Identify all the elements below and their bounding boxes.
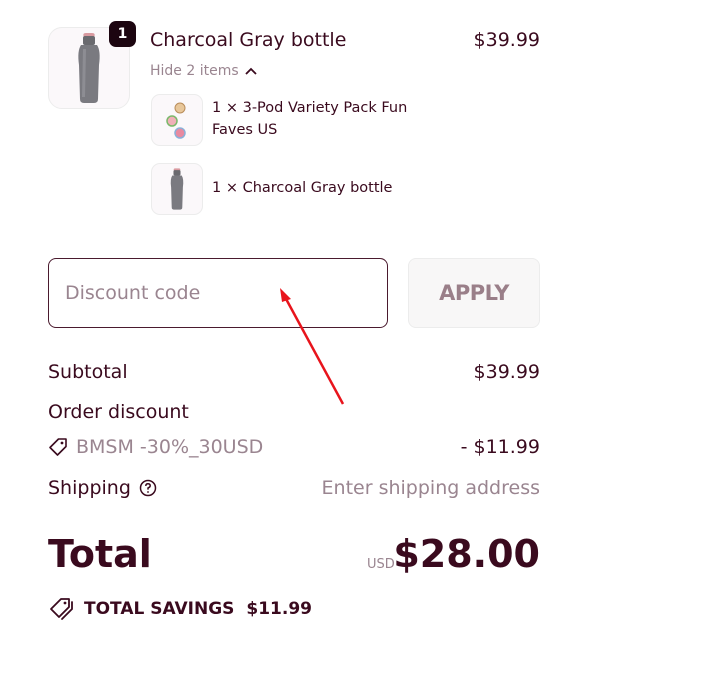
currency-label: USD (367, 557, 395, 572)
sub-item-label: 1 × Charcoal Gray bottle (212, 180, 393, 196)
chevron-up-icon (245, 67, 257, 75)
double-tag-icon (50, 598, 73, 620)
shipping-value: Enter shipping address (321, 477, 540, 499)
product-price: $39.99 (473, 29, 540, 51)
subtotal-value: $39.99 (473, 361, 540, 383)
savings-value: $11.99 (246, 599, 312, 619)
sub-item-label: 1 × 3-Pod Variety Pack Fun Faves US (212, 100, 408, 138)
hide-items-toggle[interactable]: Hide 2 items (150, 63, 257, 79)
total-savings: TOTAL SAVINGS $11.99 (48, 597, 312, 621)
discount-code-row: BMSM -30%_30USD (48, 436, 263, 458)
discount-value: - $11.99 (460, 436, 540, 458)
order-discount-label: Order discount (48, 401, 189, 423)
total-amount: $28.00 (393, 532, 540, 576)
total-label: Total (48, 532, 152, 576)
apply-button[interactable]: APPLY (408, 258, 540, 328)
shipping-row: Shipping (48, 477, 157, 499)
quantity-badge: 1 (109, 21, 136, 47)
question-circle-icon[interactable] (139, 479, 157, 497)
discount-code-input[interactable] (48, 258, 388, 328)
bottle-image (78, 33, 100, 103)
product-name: Charcoal Gray bottle (150, 29, 347, 51)
subtotal-label: Subtotal (48, 361, 128, 383)
bottle-image (170, 168, 184, 210)
discount-code-text: BMSM -30%_30USD (76, 436, 264, 458)
shipping-label: Shipping (48, 477, 131, 499)
savings-label: TOTAL SAVINGS (84, 599, 235, 619)
sub-item-thumbnail (151, 163, 203, 215)
tag-icon (49, 438, 67, 456)
hide-items-label: Hide 2 items (150, 63, 239, 79)
pods-image (166, 102, 186, 139)
sub-item-thumbnail (151, 94, 203, 146)
